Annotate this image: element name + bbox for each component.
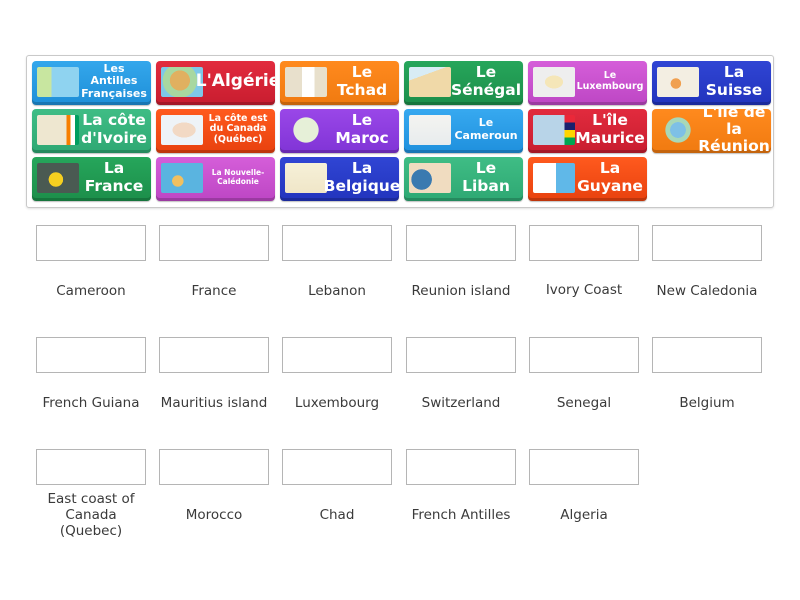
luxembourg-map-thumbnail [533, 67, 575, 97]
tile-label: L'île de la Réunion [698, 109, 770, 153]
target-label: East coast of Canada (Quebec) [47, 491, 135, 539]
tile-la-guyane[interactable]: La Guyane [528, 157, 647, 201]
new-caledonia-map-thumbnail [161, 163, 203, 193]
tile-label: La Suisse [705, 63, 763, 99]
chad-map-thumbnail [285, 67, 327, 97]
tile-label: Le Luxembourg [576, 70, 644, 92]
target-label: Algeria [560, 507, 608, 523]
globe-thumbnail [285, 115, 327, 145]
drop-zone-french-guiana[interactable] [36, 337, 146, 373]
target-label: French Antilles [411, 507, 511, 523]
drop-zone-chad[interactable] [282, 449, 392, 485]
target-label: French Guiana [42, 395, 140, 411]
cameroon-map-thumbnail [409, 115, 451, 145]
target-label: Senegal [556, 395, 612, 411]
tile-la-france[interactable]: La France [32, 157, 151, 201]
tile-label: La Guyane [577, 159, 643, 195]
mauritius-map-thumbnail [533, 115, 575, 145]
belgium-map-thumbnail [285, 163, 327, 193]
drop-zone-belgium[interactable] [652, 337, 762, 373]
caribbean-map-thumbnail [37, 67, 79, 97]
tile-le-tchad[interactable]: Le Tchad [280, 61, 399, 105]
answer-tile-tray: Les Antilles Françaises L'Algérie Le Tch… [26, 55, 774, 208]
drop-zone-lebanon[interactable] [282, 225, 392, 261]
switzerland-map-thumbnail [657, 67, 699, 97]
tile-label: La côte d'Ivoire [81, 111, 147, 147]
tile-label: Le Liban [462, 159, 510, 195]
drop-zone-cameroon[interactable] [36, 225, 146, 261]
target-label: Switzerland [421, 395, 501, 411]
drop-zone-east-coast-of-canada[interactable] [36, 449, 146, 485]
tile-label: La côte est du Canada (Québec) [208, 112, 268, 145]
target-label: Ivory Coast [545, 282, 623, 298]
tile-label: Le Sénégal [450, 63, 522, 99]
drop-zone-switzerland[interactable] [406, 337, 516, 373]
tile-les-antilles-francaises[interactable]: Les Antilles Françaises [32, 61, 151, 105]
tile-label: La France [84, 159, 144, 195]
globe-thumbnail [657, 115, 699, 145]
drop-zone-luxembourg[interactable] [282, 337, 392, 373]
drop-zone-french-antilles[interactable] [406, 449, 516, 485]
target-label: Luxembourg [294, 395, 380, 411]
tile-le-maroc[interactable]: Le Maroc [280, 109, 399, 153]
drop-zone-algeria[interactable] [529, 449, 639, 485]
france-map-thumbnail [37, 163, 79, 193]
drop-zone-mauritius-island[interactable] [159, 337, 269, 373]
tile-label: La Nouvelle-Calédonie [211, 168, 265, 186]
tile-label: L'Algérie [195, 71, 275, 92]
senegal-map-thumbnail [409, 67, 451, 97]
drop-zone-france[interactable] [159, 225, 269, 261]
tile-label: Le Cameroun [454, 116, 518, 142]
tile-lalgerie[interactable]: L'Algérie [156, 61, 275, 105]
tile-la-nouvelle-caledonie[interactable]: La Nouvelle-Calédonie [156, 157, 275, 201]
tile-label: Le Maroc [335, 111, 389, 147]
tile-le-luxembourg[interactable]: Le Luxembourg [528, 61, 647, 105]
guiana-map-thumbnail [533, 163, 575, 193]
tile-la-cote-divoire[interactable]: La côte d'Ivoire [32, 109, 151, 153]
target-label: Lebanon [308, 283, 366, 299]
drop-zone-ivory-coast[interactable] [529, 225, 639, 261]
target-label: Belgium [679, 395, 735, 411]
tile-lile-maurice[interactable]: L'île Maurice [528, 109, 647, 153]
quebec-map-thumbnail [161, 115, 203, 145]
tile-la-cote-est-du-canada[interactable]: La côte est du Canada (Québec) [156, 109, 275, 153]
target-label: Mauritius island [160, 395, 268, 411]
target-label: New Caledonia [656, 283, 758, 299]
tile-la-suisse[interactable]: La Suisse [652, 61, 771, 105]
drop-zone-senegal[interactable] [529, 337, 639, 373]
tile-la-belgique[interactable]: La Belgique [280, 157, 399, 201]
tile-label: Le Tchad [336, 63, 388, 99]
target-label: Cameroon [56, 283, 126, 299]
target-label: France [191, 283, 237, 299]
drop-zone-morocco[interactable] [159, 449, 269, 485]
target-label: Reunion island [411, 283, 511, 299]
ivory-coast-map-thumbnail [37, 115, 79, 145]
tile-label: L'île Maurice [575, 111, 645, 147]
drop-zone-new-caledonia[interactable] [652, 225, 762, 261]
tile-label: La Belgique [323, 159, 399, 195]
target-label: Chad [319, 507, 355, 523]
globe-thumbnail [409, 163, 451, 193]
tile-le-liban[interactable]: Le Liban [404, 157, 523, 201]
drop-zone-reunion-island[interactable] [406, 225, 516, 261]
tile-le-senegal[interactable]: Le Sénégal [404, 61, 523, 105]
target-label: Morocco [185, 507, 243, 523]
tile-lile-de-la-reunion[interactable]: L'île de la Réunion [652, 109, 771, 153]
tile-label: Les Antilles Françaises [81, 62, 147, 100]
tile-le-cameroun[interactable]: Le Cameroun [404, 109, 523, 153]
